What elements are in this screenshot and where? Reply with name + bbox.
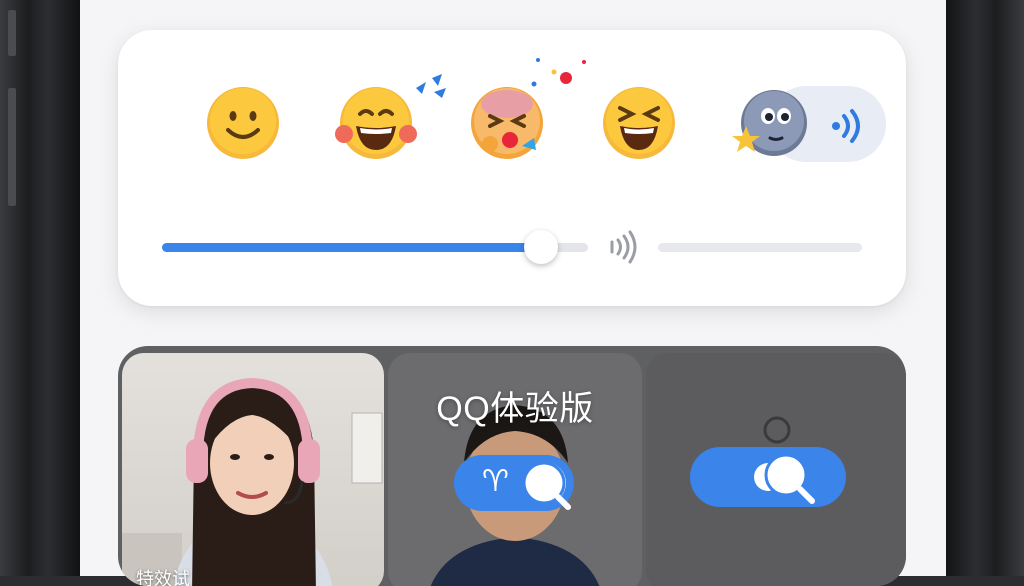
blushing-laughing-face-icon[interactable] (330, 86, 422, 160)
ring-icon (763, 416, 791, 444)
participant-avatar (122, 377, 383, 586)
confetti-icon (531, 58, 586, 87)
search-icon (522, 461, 571, 510)
call-title: QQ体验版 (436, 390, 594, 428)
star-moon-face-icon[interactable] (730, 86, 810, 160)
video-tile-participant-3[interactable] (646, 353, 906, 586)
grinning-squinting-face-icon[interactable] (602, 86, 676, 160)
volume-slider[interactable] (162, 230, 588, 264)
volume-slider-fill (162, 243, 542, 252)
phone-frame-right (944, 0, 1024, 576)
phone-side-button (8, 10, 16, 56)
emoji-panel (118, 30, 906, 306)
sparkle-icon (416, 74, 446, 98)
phone-frame-left (0, 0, 80, 576)
video-tile-participant-1[interactable]: 特效试 (122, 353, 384, 586)
video-call-panel: 特效试 QQ体验版 ♈︎ (118, 346, 906, 586)
slightly-smiling-face-icon[interactable] (206, 86, 280, 160)
phone-screen: 特效试 QQ体验版 ♈︎ (80, 0, 946, 586)
volume-wave-icon (610, 230, 637, 264)
video-tile-participant-2[interactable]: QQ体验版 ♈︎ (388, 353, 642, 586)
secondary-slider-track[interactable] (658, 243, 862, 252)
search-icon (754, 453, 815, 504)
sound-wave-icon (832, 109, 860, 143)
volume-slider-thumb[interactable] (524, 230, 559, 264)
search-toggle[interactable] (690, 447, 846, 507)
phone-volume-button (8, 88, 16, 206)
effect-toggle[interactable]: ♈︎ (454, 455, 574, 511)
party-blowing-face-icon[interactable] (470, 86, 544, 160)
aries-icon: ♈︎ (482, 465, 509, 498)
